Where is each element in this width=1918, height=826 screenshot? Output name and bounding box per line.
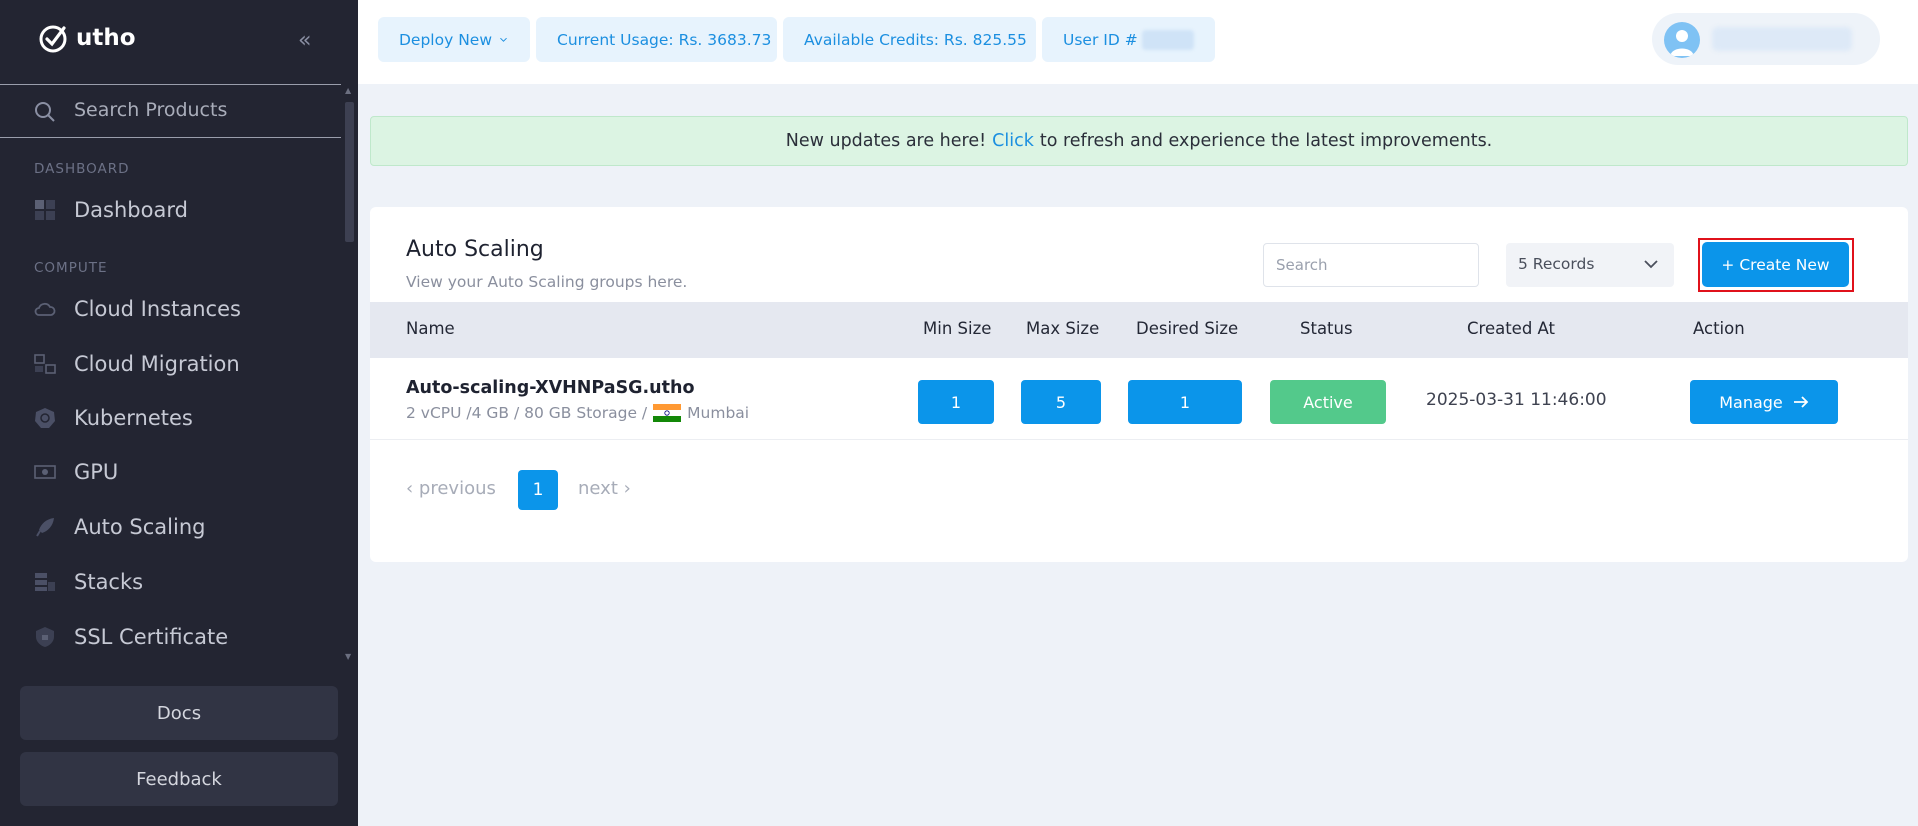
table-header: Name Min Size Max Size Desired Size Stat…: [370, 302, 1908, 358]
manage-button[interactable]: Manage: [1690, 380, 1838, 424]
kubernetes-icon: [35, 408, 55, 428]
avatar[interactable]: [1664, 22, 1700, 58]
page-subtitle: View your Auto Scaling groups here.: [406, 273, 688, 291]
scroll-down-icon[interactable]: ▼: [345, 652, 351, 661]
shield-icon: [36, 627, 54, 647]
available-credits-label: Available Credits: Rs. 825.55: [804, 30, 1027, 49]
user-name-redacted: [1712, 27, 1852, 51]
sidebar-item-ssl-certificate[interactable]: SSL Certificate: [0, 615, 340, 659]
header-max-size: Max Size: [1026, 319, 1100, 338]
desired-size-badge: 1: [1128, 380, 1242, 424]
user-id-label: User ID #: [1063, 30, 1138, 49]
table-row: Auto-scaling-XVHNPaSG.utho 2 vCPU /4 GB …: [370, 358, 1908, 440]
logo-check-icon: [39, 25, 67, 53]
header-created-at: Created At: [1467, 319, 1556, 338]
sidebar-item-cloud-migration[interactable]: Cloud Migration: [0, 342, 340, 386]
section-dashboard: DASHBOARD: [34, 161, 130, 177]
sidebar-item-label: Stacks: [74, 570, 144, 594]
sidebar-item-stacks[interactable]: Stacks: [0, 560, 340, 604]
user-icon: [1670, 30, 1694, 56]
section-compute: COMPUTE: [34, 260, 108, 276]
rocket-icon: [36, 518, 54, 537]
current-usage-chip: Current Usage: Rs. 3683.73: [536, 17, 777, 62]
sidebar-scroll-thumb[interactable]: [345, 102, 354, 242]
min-size-badge: 1: [918, 380, 994, 424]
stacks-icon: [35, 573, 55, 591]
sidebar-item-label: Cloud Instances: [74, 297, 241, 321]
sidebar-item-gpu[interactable]: GPU: [0, 450, 340, 494]
sidebar-item-kubernetes[interactable]: Kubernetes: [0, 396, 340, 440]
sidebar-item-auto-scaling[interactable]: Auto Scaling: [0, 505, 340, 549]
sidebar-item-label: Auto Scaling: [74, 515, 206, 539]
sidebar-item-label: GPU: [74, 460, 119, 484]
sidebar-item-label: SSL Certificate: [74, 625, 229, 649]
sidebar-search[interactable]: Search Products: [0, 84, 341, 138]
next-page-link[interactable]: next ›: [578, 478, 631, 499]
manage-label: Manage: [1719, 392, 1783, 412]
user-id-chip: User ID #: [1042, 17, 1215, 62]
status-badge: Active: [1270, 380, 1386, 424]
records-select[interactable]: 5 Records: [1506, 243, 1674, 287]
page-1-button[interactable]: 1: [518, 470, 558, 510]
sidebar-item-label: Dashboard: [74, 198, 188, 222]
gpu-icon: [34, 465, 56, 479]
header-name: Name: [406, 319, 455, 338]
group-name[interactable]: Auto-scaling-XVHNPaSG.utho: [406, 378, 695, 398]
sidebar-item-dashboard[interactable]: Dashboard: [0, 188, 340, 232]
collapse-sidebar-icon[interactable]: «: [298, 28, 311, 53]
search-placeholder: Search: [1276, 256, 1328, 274]
group-meta: 2 vCPU /4 GB / 80 GB Storage / Mumbai: [406, 404, 749, 422]
sidebar-search-placeholder: Search Products: [74, 99, 228, 121]
header-action: Action: [1693, 319, 1745, 338]
header-min-size: Min Size: [923, 319, 992, 338]
sidebar: utho « Search Products ▲ ▼ DASHBOARD Das…: [0, 0, 358, 826]
header-desired-size: Desired Size: [1136, 319, 1239, 338]
page-title: Auto Scaling: [406, 237, 544, 262]
docs-button[interactable]: Docs: [20, 686, 338, 740]
arrow-right-icon: [1793, 396, 1809, 408]
created-at: 2025-03-31 11:46:00: [1426, 390, 1607, 410]
scroll-up-icon[interactable]: ▲: [345, 86, 351, 95]
feedback-button[interactable]: Feedback: [20, 752, 338, 806]
update-banner: New updates are here! Click to refresh a…: [370, 116, 1908, 166]
migration-icon: [34, 354, 56, 374]
search-icon: [35, 102, 55, 122]
header-status: Status: [1300, 319, 1353, 338]
group-location: Mumbai: [687, 404, 750, 422]
grid-icon: [35, 200, 55, 220]
cloud-icon: [34, 302, 56, 316]
chevron-down-icon: [1644, 260, 1658, 269]
refresh-link[interactable]: Click: [992, 131, 1034, 151]
utho-logo[interactable]: utho: [38, 22, 136, 54]
deploy-new-dropdown[interactable]: Deploy New: [378, 17, 530, 62]
sidebar-item-cloud-instances[interactable]: Cloud Instances: [0, 287, 340, 331]
chevron-down-icon: [500, 37, 507, 42]
previous-page-link[interactable]: ‹ previous: [406, 478, 496, 499]
sidebar-item-label: Cloud Migration: [74, 352, 240, 376]
current-usage-label: Current Usage: Rs. 3683.73: [557, 30, 772, 49]
logo-text: utho: [76, 25, 136, 51]
banner-text-after: to refresh and experience the latest imp…: [1039, 131, 1493, 151]
create-new-button[interactable]: + Create New: [1702, 242, 1849, 287]
deploy-new-label: Deploy New: [399, 30, 493, 49]
available-credits-chip: Available Credits: Rs. 825.55: [783, 17, 1036, 62]
group-spec: 2 vCPU /4 GB / 80 GB Storage /: [406, 404, 648, 422]
max-size-badge: 5: [1021, 380, 1101, 424]
search-input[interactable]: Search: [1263, 243, 1479, 287]
india-flag-icon: [653, 404, 682, 422]
records-label: 5 Records: [1518, 255, 1595, 273]
user-id-redacted: [1141, 29, 1194, 50]
sidebar-item-label: Kubernetes: [74, 406, 193, 430]
banner-text-before: New updates are here!: [785, 131, 987, 151]
auto-scaling-card: Auto Scaling View your Auto Scaling grou…: [370, 207, 1908, 562]
